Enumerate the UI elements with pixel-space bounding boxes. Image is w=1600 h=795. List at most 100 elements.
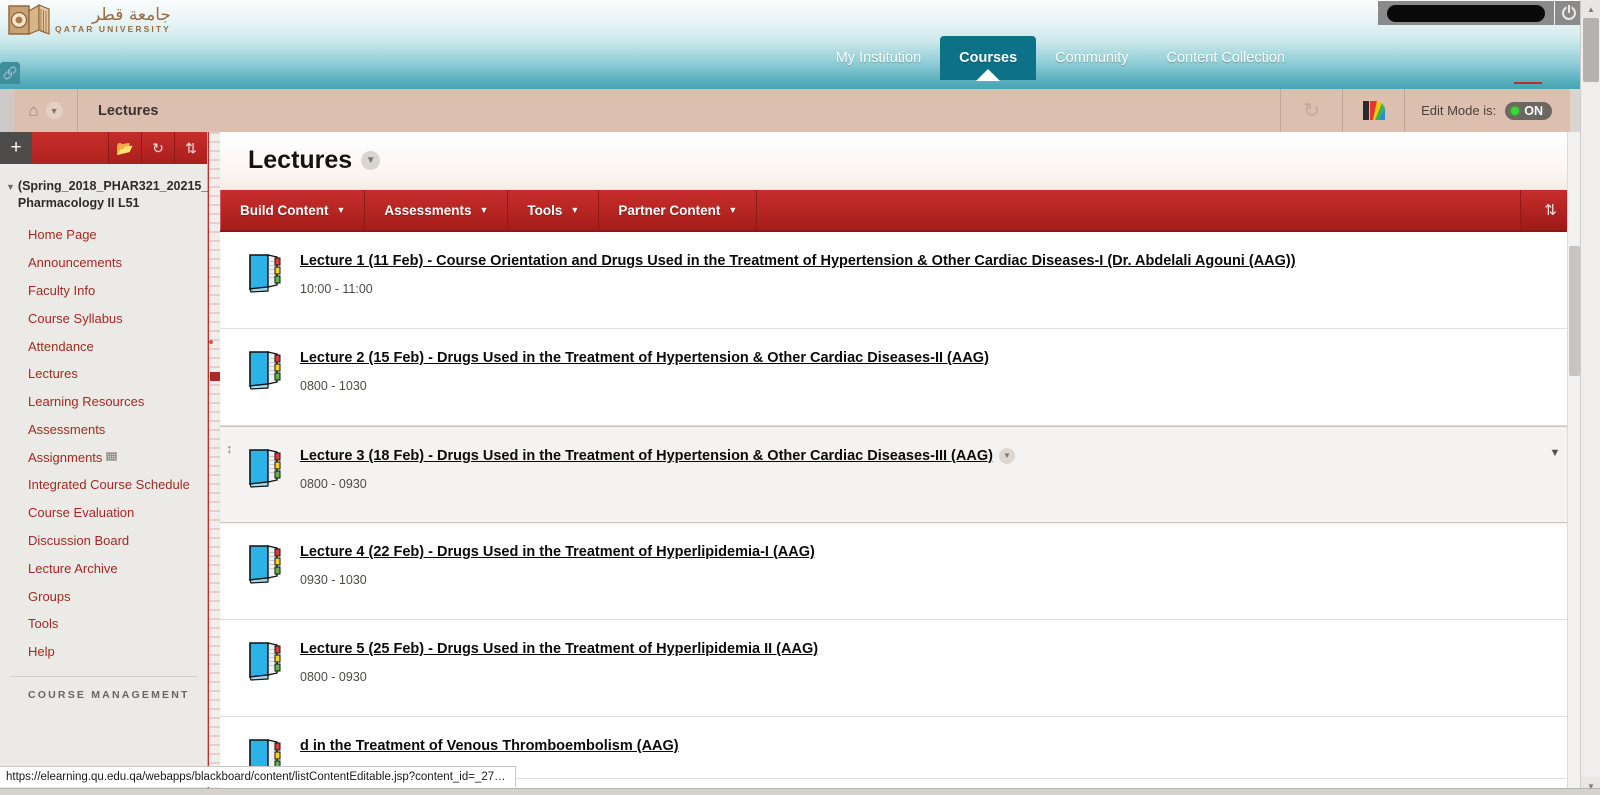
list-item[interactable]: ↕ Lecture 3 (18 Feb) - Drugs Used in the… <box>220 426 1580 523</box>
tools-menu[interactable]: Tools ▼ <box>508 190 599 230</box>
redaction-blob <box>1387 5 1545 22</box>
lecture-title-link[interactable]: Lecture 4 (22 Feb) - Drugs Used in the T… <box>300 544 815 560</box>
lecture-time: 0800 - 0930 <box>300 670 1580 684</box>
lecture-context-menu-icon[interactable]: ▼ <box>999 448 1015 464</box>
sidebar-item-lectures[interactable]: Lectures <box>0 360 207 388</box>
content-item-icon <box>246 639 282 681</box>
nav-tab-content-collection[interactable]: Content Collection <box>1148 36 1305 80</box>
sidebar-refresh-button[interactable]: ↻ <box>141 132 174 164</box>
breadcrumb-bar: ⌂ ▼ Lectures ↻ Edit Mode is: ON <box>0 88 1600 132</box>
list-item[interactable]: ↕ Lecture 4 (22 Feb) - Drugs Used in the… <box>220 523 1580 620</box>
sidebar-item-assignments[interactable]: Assignments <box>0 443 207 471</box>
sidebar-item-course-syllabus[interactable]: Course Syllabus <box>0 304 207 332</box>
lecture-title-link[interactable]: Lecture 3 (18 Feb) - Drugs Used in the T… <box>300 448 993 464</box>
lecture-title-link[interactable]: Lecture 2 (15 Feb) - Drugs Used in the T… <box>300 350 989 366</box>
home-icon: ⌂ <box>28 101 38 121</box>
course-id: (Spring_2018_PHAR321_20215_L51) <box>18 179 234 193</box>
sidebar-item-discussion-board[interactable]: Discussion Board <box>0 527 207 555</box>
content-item-icon <box>246 446 282 488</box>
collapse-caret-icon[interactable]: ▼ <box>6 178 15 192</box>
sidebar-links: Home Page Announcements Faculty Info Cou… <box>0 217 207 666</box>
lecture-time: 0800 - 1030 <box>300 379 1580 393</box>
refresh-icon: ↻ <box>1303 98 1320 123</box>
build-content-menu[interactable]: Build Content ▼ <box>220 190 365 230</box>
sidebar-item-learning-resources[interactable]: Learning Resources <box>0 388 207 416</box>
add-menu-item-button[interactable]: + <box>0 132 32 164</box>
sidebar-item-announcements[interactable]: Announcements <box>0 249 207 277</box>
edit-mode-control[interactable]: Edit Mode is: ON <box>1404 89 1570 132</box>
partner-content-label: Partner Content <box>618 203 720 218</box>
sidebar-item-integrated-course-schedule[interactable]: Integrated Course Schedule <box>0 471 207 499</box>
sidebar-item-assessments[interactable]: Assessments <box>0 415 207 443</box>
lecture-title-link[interactable]: Lecture 1 (11 Feb) - Course Orientation … <box>300 253 1296 269</box>
edit-mode-label: Edit Mode is: <box>1421 103 1496 118</box>
sidebar-item-lecture-archive[interactable]: Lecture Archive <box>0 554 207 582</box>
lecture-title-link[interactable]: Lecture 5 (25 Feb) - Drugs Used in the T… <box>300 641 818 657</box>
course-title-block: ▼ (Spring_2018_PHAR321_20215_L51) Pharma… <box>0 164 207 217</box>
scroll-up-arrow-icon[interactable]: ▲ <box>1581 0 1600 18</box>
folder-icon: 📂 <box>116 140 133 157</box>
sidebar-item-faculty-info[interactable]: Faculty Info <box>0 277 207 305</box>
action-bar: Build Content ▼ Assessments ▼ Tools ▼ Pa… <box>220 190 1580 232</box>
power-logout-button[interactable] <box>1555 1 1582 25</box>
sidebar-item-groups[interactable]: Groups <box>0 582 207 610</box>
sidebar-item-course-evaluation[interactable]: Course Evaluation <box>0 499 207 527</box>
assessments-menu[interactable]: Assessments ▼ <box>365 190 508 230</box>
folder-view-button[interactable]: 📂 <box>108 132 141 164</box>
sidebar-section-course-management: COURSE MANAGEMENT <box>0 677 207 701</box>
breadcrumb-title: Lectures <box>78 89 1280 132</box>
sidebar-item-home-page[interactable]: Home Page <box>0 221 207 249</box>
content-item-icon <box>246 251 282 293</box>
drag-handle-icon[interactable]: ↕ <box>226 441 233 456</box>
user-name-redacted <box>1378 1 1554 25</box>
list-item[interactable]: ↕ Lecture 5 (25 Feb) - Drugs Used in the… <box>220 620 1580 717</box>
brand-header: جامعة قطر QATAR UNIVERSITY My Institutio… <box>0 0 1600 88</box>
sidebar-item-help[interactable]: Help <box>0 638 207 666</box>
status-bar-url: https://elearning.qu.edu.qa/webapps/blac… <box>0 766 516 787</box>
breadcrumb-home[interactable]: ⌂ ▼ <box>14 89 78 132</box>
qatar-university-logo[interactable]: جامعة قطر QATAR UNIVERSITY <box>8 2 180 38</box>
content-scrollbar[interactable] <box>1567 132 1580 795</box>
assessments-label: Assessments <box>384 203 471 218</box>
page-header: Lectures ▼ <box>220 132 1580 190</box>
course-menu-sidebar: + 📂 ↻ ⇅ ▼ (Spring_2018_PHAR321_20215_L51… <box>0 132 208 795</box>
list-item[interactable]: ↕ Lecture 2 (15 Feb) - Drugs Used in the… <box>220 329 1580 426</box>
list-item[interactable]: ↕ Lecture 1 (11 Feb) - Course Orientatio… <box>220 232 1580 329</box>
nav-tab-courses[interactable]: Courses <box>940 36 1036 80</box>
partner-content-menu[interactable]: Partner Content ▼ <box>599 190 757 230</box>
refresh-button[interactable]: ↻ <box>1280 89 1342 132</box>
nav-tab-community[interactable]: Community <box>1036 36 1147 80</box>
action-bar-spacer <box>757 190 1520 230</box>
color-palette-icon <box>1363 101 1385 120</box>
lecture-list: ↕ Lecture 1 (11 Feb) - Course Orientatio… <box>220 232 1580 779</box>
sidebar-item-attendance[interactable]: Attendance <box>0 332 207 360</box>
sidebar-item-assignments-label: Assignments <box>28 450 102 465</box>
sort-updown-icon: ⇅ <box>1544 201 1557 219</box>
chevron-down-icon: ▼ <box>570 205 579 215</box>
window-scrollbar-thumb[interactable] <box>1583 18 1599 82</box>
sidebar-reorder-button[interactable]: ⇅ <box>174 132 207 164</box>
list-item-body: Lecture 3 (18 Feb) - Drugs Used in the T… <box>300 445 1579 491</box>
logo-english-text: QATAR UNIVERSITY <box>55 25 171 34</box>
nav-tab-my-institution[interactable]: My Institution <box>817 36 940 80</box>
course-name-text: (Spring_2018_PHAR321_20215_L51) Pharmaco… <box>18 178 234 211</box>
breadcrumb-left-pad <box>0 89 14 132</box>
row-menu-icon[interactable]: ▼ <box>1547 445 1563 461</box>
edit-mode-toggle[interactable]: ON <box>1505 102 1552 120</box>
breadcrumb-tools: ↻ Edit Mode is: ON <box>1280 89 1570 132</box>
page-title-menu-icon[interactable]: ▼ <box>361 151 380 170</box>
chevron-down-icon: ▼ <box>479 205 488 215</box>
link-icon[interactable]: 🔗 <box>0 62 20 84</box>
sidebar-item-tools[interactable]: Tools <box>0 610 207 638</box>
lecture-title-link[interactable]: d in the Treatment of Venous Thromboembo… <box>300 738 679 754</box>
qu-emblem-icon <box>8 3 50 37</box>
redaction-underline <box>1514 82 1542 84</box>
theme-palette-button[interactable] <box>1342 89 1404 132</box>
tools-label: Tools <box>527 203 562 218</box>
chevron-down-icon[interactable]: ▼ <box>46 102 63 119</box>
content-item-icon <box>246 348 282 390</box>
lecture-time: 0930 - 1030 <box>300 573 1580 587</box>
page-title: Lectures <box>248 146 352 175</box>
window-scrollbar[interactable]: ▲ ▼ <box>1580 0 1600 795</box>
content-scrollbar-thumb[interactable] <box>1569 246 1580 376</box>
